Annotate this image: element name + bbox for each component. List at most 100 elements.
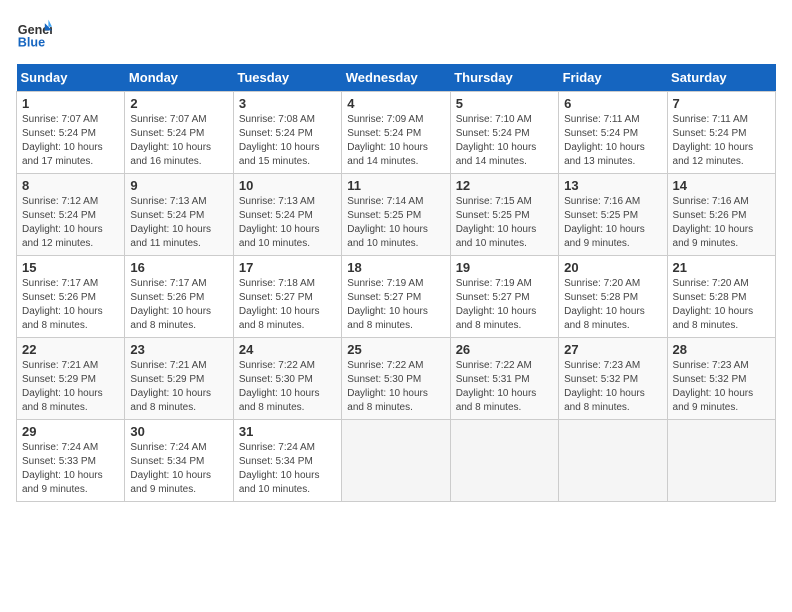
day-number: 11 bbox=[347, 178, 444, 193]
day-number: 19 bbox=[456, 260, 553, 275]
day-info: Sunrise: 7:24 AMSunset: 5:34 PMDaylight:… bbox=[130, 441, 227, 497]
calendar-cell: 7 Sunrise: 7:11 AMSunset: 5:24 PMDayligh… bbox=[667, 92, 775, 174]
calendar-cell: 18 Sunrise: 7:19 AMSunset: 5:27 PMDaylig… bbox=[342, 256, 450, 338]
day-number: 27 bbox=[564, 342, 661, 357]
calendar-cell: 2 Sunrise: 7:07 AMSunset: 5:24 PMDayligh… bbox=[125, 92, 233, 174]
day-info: Sunrise: 7:20 AMSunset: 5:28 PMDaylight:… bbox=[673, 277, 770, 333]
day-number: 2 bbox=[130, 96, 227, 111]
day-info: Sunrise: 7:14 AMSunset: 5:25 PMDaylight:… bbox=[347, 195, 444, 251]
day-info: Sunrise: 7:07 AMSunset: 5:24 PMDaylight:… bbox=[22, 113, 119, 169]
day-number: 3 bbox=[239, 96, 336, 111]
day-number: 29 bbox=[22, 424, 119, 439]
calendar-table: Sunday Monday Tuesday Wednesday Thursday… bbox=[16, 64, 776, 502]
calendar-cell: 23 Sunrise: 7:21 AMSunset: 5:29 PMDaylig… bbox=[125, 338, 233, 420]
calendar-week-row: 1 Sunrise: 7:07 AMSunset: 5:24 PMDayligh… bbox=[17, 92, 776, 174]
day-info: Sunrise: 7:19 AMSunset: 5:27 PMDaylight:… bbox=[456, 277, 553, 333]
calendar-week-row: 8 Sunrise: 7:12 AMSunset: 5:24 PMDayligh… bbox=[17, 174, 776, 256]
calendar-cell: 11 Sunrise: 7:14 AMSunset: 5:25 PMDaylig… bbox=[342, 174, 450, 256]
calendar-cell: 24 Sunrise: 7:22 AMSunset: 5:30 PMDaylig… bbox=[233, 338, 341, 420]
day-number: 25 bbox=[347, 342, 444, 357]
day-info: Sunrise: 7:07 AMSunset: 5:24 PMDaylight:… bbox=[130, 113, 227, 169]
day-number: 6 bbox=[564, 96, 661, 111]
day-number: 4 bbox=[347, 96, 444, 111]
day-number: 1 bbox=[22, 96, 119, 111]
day-info: Sunrise: 7:21 AMSunset: 5:29 PMDaylight:… bbox=[22, 359, 119, 415]
day-info: Sunrise: 7:11 AMSunset: 5:24 PMDaylight:… bbox=[564, 113, 661, 169]
calendar-cell bbox=[667, 420, 775, 502]
calendar-cell bbox=[450, 420, 558, 502]
day-number: 22 bbox=[22, 342, 119, 357]
day-number: 10 bbox=[239, 178, 336, 193]
col-thursday: Thursday bbox=[450, 64, 558, 92]
day-number: 26 bbox=[456, 342, 553, 357]
day-info: Sunrise: 7:24 AMSunset: 5:33 PMDaylight:… bbox=[22, 441, 119, 497]
day-number: 18 bbox=[347, 260, 444, 275]
day-number: 28 bbox=[673, 342, 770, 357]
day-number: 30 bbox=[130, 424, 227, 439]
day-info: Sunrise: 7:10 AMSunset: 5:24 PMDaylight:… bbox=[456, 113, 553, 169]
day-number: 16 bbox=[130, 260, 227, 275]
col-saturday: Saturday bbox=[667, 64, 775, 92]
day-info: Sunrise: 7:17 AMSunset: 5:26 PMDaylight:… bbox=[22, 277, 119, 333]
day-info: Sunrise: 7:11 AMSunset: 5:24 PMDaylight:… bbox=[673, 113, 770, 169]
day-info: Sunrise: 7:17 AMSunset: 5:26 PMDaylight:… bbox=[130, 277, 227, 333]
calendar-cell: 28 Sunrise: 7:23 AMSunset: 5:32 PMDaylig… bbox=[667, 338, 775, 420]
calendar-cell: 26 Sunrise: 7:22 AMSunset: 5:31 PMDaylig… bbox=[450, 338, 558, 420]
day-info: Sunrise: 7:23 AMSunset: 5:32 PMDaylight:… bbox=[673, 359, 770, 415]
calendar-cell: 29 Sunrise: 7:24 AMSunset: 5:33 PMDaylig… bbox=[17, 420, 125, 502]
day-info: Sunrise: 7:12 AMSunset: 5:24 PMDaylight:… bbox=[22, 195, 119, 251]
day-number: 24 bbox=[239, 342, 336, 357]
calendar-cell: 15 Sunrise: 7:17 AMSunset: 5:26 PMDaylig… bbox=[17, 256, 125, 338]
day-info: Sunrise: 7:16 AMSunset: 5:25 PMDaylight:… bbox=[564, 195, 661, 251]
calendar-cell: 20 Sunrise: 7:20 AMSunset: 5:28 PMDaylig… bbox=[559, 256, 667, 338]
calendar-cell: 8 Sunrise: 7:12 AMSunset: 5:24 PMDayligh… bbox=[17, 174, 125, 256]
calendar-cell: 19 Sunrise: 7:19 AMSunset: 5:27 PMDaylig… bbox=[450, 256, 558, 338]
calendar-cell: 22 Sunrise: 7:21 AMSunset: 5:29 PMDaylig… bbox=[17, 338, 125, 420]
header: General Blue bbox=[16, 16, 776, 52]
day-number: 31 bbox=[239, 424, 336, 439]
calendar-cell: 27 Sunrise: 7:23 AMSunset: 5:32 PMDaylig… bbox=[559, 338, 667, 420]
calendar-cell: 21 Sunrise: 7:20 AMSunset: 5:28 PMDaylig… bbox=[667, 256, 775, 338]
calendar-cell: 14 Sunrise: 7:16 AMSunset: 5:26 PMDaylig… bbox=[667, 174, 775, 256]
day-info: Sunrise: 7:08 AMSunset: 5:24 PMDaylight:… bbox=[239, 113, 336, 169]
calendar-cell: 1 Sunrise: 7:07 AMSunset: 5:24 PMDayligh… bbox=[17, 92, 125, 174]
day-number: 20 bbox=[564, 260, 661, 275]
day-number: 21 bbox=[673, 260, 770, 275]
day-number: 12 bbox=[456, 178, 553, 193]
calendar-cell: 5 Sunrise: 7:10 AMSunset: 5:24 PMDayligh… bbox=[450, 92, 558, 174]
day-info: Sunrise: 7:21 AMSunset: 5:29 PMDaylight:… bbox=[130, 359, 227, 415]
day-info: Sunrise: 7:20 AMSunset: 5:28 PMDaylight:… bbox=[564, 277, 661, 333]
logo: General Blue bbox=[16, 16, 58, 52]
day-info: Sunrise: 7:16 AMSunset: 5:26 PMDaylight:… bbox=[673, 195, 770, 251]
calendar-cell: 6 Sunrise: 7:11 AMSunset: 5:24 PMDayligh… bbox=[559, 92, 667, 174]
day-info: Sunrise: 7:19 AMSunset: 5:27 PMDaylight:… bbox=[347, 277, 444, 333]
logo-icon: General Blue bbox=[16, 16, 52, 52]
col-sunday: Sunday bbox=[17, 64, 125, 92]
day-number: 23 bbox=[130, 342, 227, 357]
day-info: Sunrise: 7:13 AMSunset: 5:24 PMDaylight:… bbox=[239, 195, 336, 251]
day-number: 8 bbox=[22, 178, 119, 193]
day-info: Sunrise: 7:18 AMSunset: 5:27 PMDaylight:… bbox=[239, 277, 336, 333]
col-tuesday: Tuesday bbox=[233, 64, 341, 92]
day-info: Sunrise: 7:22 AMSunset: 5:30 PMDaylight:… bbox=[347, 359, 444, 415]
day-info: Sunrise: 7:24 AMSunset: 5:34 PMDaylight:… bbox=[239, 441, 336, 497]
calendar-week-row: 15 Sunrise: 7:17 AMSunset: 5:26 PMDaylig… bbox=[17, 256, 776, 338]
day-info: Sunrise: 7:13 AMSunset: 5:24 PMDaylight:… bbox=[130, 195, 227, 251]
day-info: Sunrise: 7:15 AMSunset: 5:25 PMDaylight:… bbox=[456, 195, 553, 251]
calendar-week-row: 29 Sunrise: 7:24 AMSunset: 5:33 PMDaylig… bbox=[17, 420, 776, 502]
calendar-cell: 13 Sunrise: 7:16 AMSunset: 5:25 PMDaylig… bbox=[559, 174, 667, 256]
calendar-cell: 16 Sunrise: 7:17 AMSunset: 5:26 PMDaylig… bbox=[125, 256, 233, 338]
col-monday: Monday bbox=[125, 64, 233, 92]
calendar-cell bbox=[342, 420, 450, 502]
col-wednesday: Wednesday bbox=[342, 64, 450, 92]
calendar-cell: 4 Sunrise: 7:09 AMSunset: 5:24 PMDayligh… bbox=[342, 92, 450, 174]
header-row: Sunday Monday Tuesday Wednesday Thursday… bbox=[17, 64, 776, 92]
calendar-cell bbox=[559, 420, 667, 502]
calendar-cell: 12 Sunrise: 7:15 AMSunset: 5:25 PMDaylig… bbox=[450, 174, 558, 256]
calendar-cell: 3 Sunrise: 7:08 AMSunset: 5:24 PMDayligh… bbox=[233, 92, 341, 174]
svg-text:Blue: Blue bbox=[18, 36, 45, 50]
day-info: Sunrise: 7:09 AMSunset: 5:24 PMDaylight:… bbox=[347, 113, 444, 169]
day-number: 14 bbox=[673, 178, 770, 193]
calendar-cell: 17 Sunrise: 7:18 AMSunset: 5:27 PMDaylig… bbox=[233, 256, 341, 338]
day-number: 7 bbox=[673, 96, 770, 111]
